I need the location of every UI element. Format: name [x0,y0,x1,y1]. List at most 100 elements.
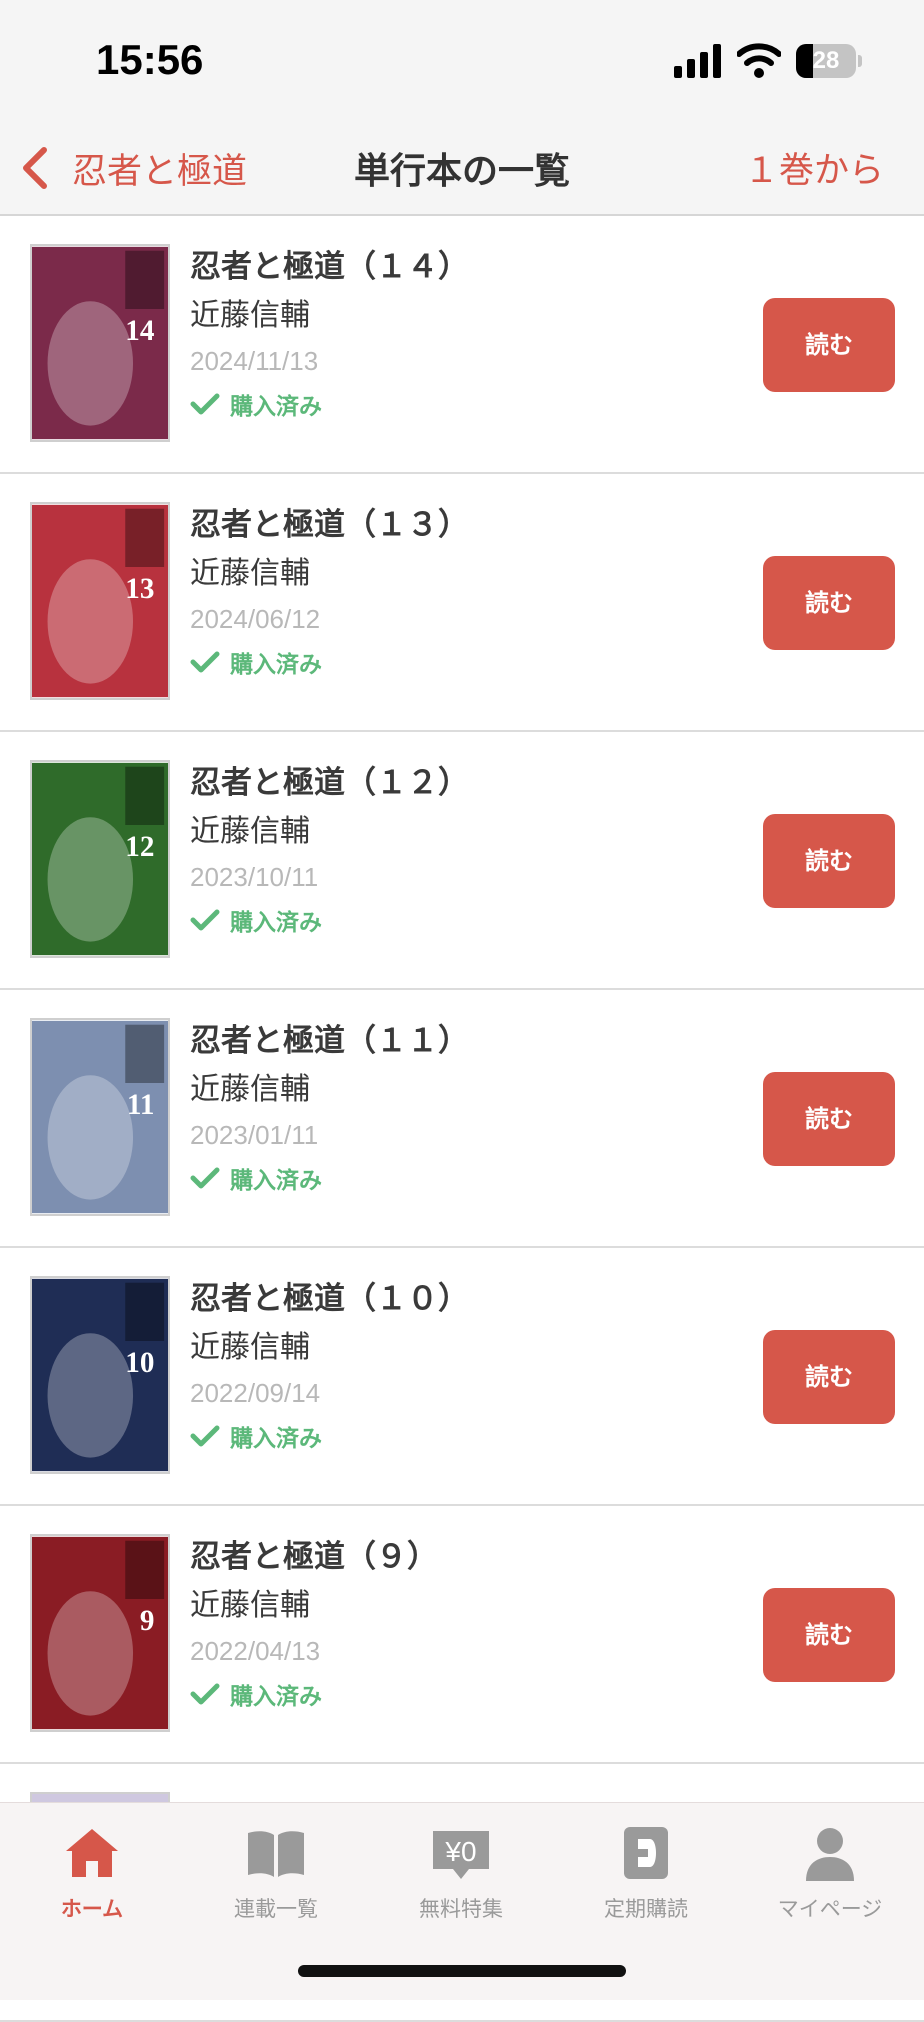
checkmark-icon [190,1425,220,1447]
status-bar: 15:56 28 [0,0,924,120]
cover-artwork: 11 [32,1020,168,1214]
volume-info: 忍者と極道（１０） 近藤信輔 2022/09/14 購入済み [190,1276,469,1458]
read-button[interactable]: 読む [763,1588,895,1682]
sort-order-button[interactable]: １巻から [744,142,884,193]
volume-title: 忍者と極道（１３） [190,507,469,543]
volume-title: 忍者と極道（１２） [190,765,469,801]
volume-author: 近藤信輔 [190,1330,310,1365]
tab-series-list[interactable]: 連載一覧 [184,1821,368,1931]
person-icon [806,1828,854,1881]
tab-series-list-label: 連載一覧 [234,1897,318,1921]
purchased-badge: 購入済み [190,1156,469,1200]
volume-row[interactable]: 14 忍者と極道（１４） 近藤信輔 2024/11/13 購入済み 読む [0,216,924,474]
volume-title: 忍者と極道（１０） [190,1281,469,1317]
tab-home[interactable]: ホーム [0,1821,184,1931]
purchased-badge: 購入済み [190,1414,469,1458]
volume-author: 近藤信輔 [190,1588,310,1623]
volume-release-date: 2024/06/12 [190,604,321,634]
read-button[interactable]: 読む [763,298,895,392]
page-title: 単行本の一覧 [353,151,570,192]
volume-author: 近藤信輔 [190,814,310,849]
purchased-label: 購入済み [230,1684,322,1710]
checkmark-icon [190,1683,220,1705]
purchased-badge: 購入済み [190,640,469,684]
checkmark-icon [190,1167,220,1189]
volume-row[interactable]: 11 忍者と極道（１１） 近藤信輔 2023/01/11 購入済み 読む [0,990,924,1248]
status-time: 15:56 [96,36,204,83]
battery-percentage: 28 [812,47,840,74]
volume-list: 14 忍者と極道（１４） 近藤信輔 2024/11/13 購入済み 読む 13 … [0,216,924,2022]
read-button[interactable]: 読む [763,814,895,908]
cover-artwork: 12 [32,762,168,956]
cover-artwork: 14 [32,246,168,440]
volume-author: 近藤信輔 [190,556,310,591]
volume-row[interactable]: 9 忍者と極道（９） 近藤信輔 2022/04/13 購入済み 読む [0,1506,924,1764]
home-icon [66,1829,118,1877]
battery-icon: 28 [796,44,862,78]
purchased-label: 購入済み [230,1168,322,1194]
volume-author: 近藤信輔 [190,298,310,333]
volume-info: 忍者と極道（１４） 近藤信輔 2024/11/13 購入済み [190,244,469,426]
cover-volume-number: 11 [127,1089,155,1121]
volume-title: 忍者と極道（９） [190,1539,438,1575]
purchased-label: 購入済み [230,652,322,678]
tab-free-feature[interactable]: ¥0 無料特集 [369,1821,553,1931]
tab-my-page[interactable]: マイページ [738,1821,922,1931]
checkmark-icon [190,393,220,415]
volume-cover[interactable]: 10 [30,1276,170,1474]
back-button-label: 忍者と極道 [72,151,248,192]
navigation-bar: 忍者と極道 単行本の一覧 １巻から [0,120,924,216]
tab-subscription-label: 定期購読 [604,1897,688,1921]
read-button[interactable]: 読む [763,1330,895,1424]
cover-volume-number: 13 [125,573,154,605]
purchased-label: 購入済み [230,1426,322,1452]
volume-title: 忍者と極道（１１） [190,1023,469,1059]
purchased-badge: 購入済み [190,1672,438,1716]
tab-home-label: ホーム [60,1897,124,1921]
tab-subscription[interactable]: 定期購読 [554,1821,738,1931]
back-button[interactable]: 忍者と極道 [18,138,247,198]
cover-volume-number: 9 [140,1605,155,1637]
checkmark-icon [190,651,220,673]
read-button[interactable]: 読む [763,556,895,650]
volume-release-date: 2022/04/13 [190,1636,321,1666]
home-indicator [298,1965,626,1977]
chevron-left-icon [23,147,47,189]
cellular-signal-icon [674,44,721,78]
volume-row[interactable]: 10 忍者と極道（１０） 近藤信輔 2022/09/14 購入済み 読む [0,1248,924,1506]
free-yen-tag-icon: ¥0 [433,1831,489,1879]
volume-cover[interactable]: 13 [30,502,170,700]
volume-author: 近藤信輔 [190,1072,310,1107]
wifi-icon [737,43,781,78]
open-book-icon [248,1831,304,1877]
cover-artwork: 13 [32,504,168,698]
purchased-label: 購入済み [230,394,322,420]
volume-title: 忍者と極道（１４） [190,249,469,285]
volume-row[interactable]: 13 忍者と極道（１３） 近藤信輔 2024/06/12 購入済み 読む [0,474,924,732]
cover-volume-number: 14 [125,315,155,347]
tab-my-page-label: マイページ [777,1897,883,1921]
volume-cover[interactable]: 14 [30,244,170,442]
volume-cover[interactable]: 12 [30,760,170,958]
volume-cover[interactable]: 11 [30,1018,170,1216]
tab-free-feature-label: 無料特集 [419,1897,503,1921]
volume-info: 忍者と極道（９） 近藤信輔 2022/04/13 購入済み [190,1534,438,1716]
cover-artwork: 10 [32,1278,168,1472]
volume-info: 忍者と極道（１２） 近藤信輔 2023/10/11 購入済み [190,760,469,942]
volume-info: 忍者と極道（１１） 近藤信輔 2023/01/11 購入済み [190,1018,469,1200]
read-button[interactable]: 読む [763,1072,895,1166]
cover-volume-number: 10 [125,1347,154,1379]
subscription-icon [624,1827,668,1879]
volume-release-date: 2022/09/14 [190,1378,321,1408]
volume-release-date: 2024/11/13 [190,346,319,376]
purchased-badge: 購入済み [190,382,469,426]
volume-row[interactable]: 12 忍者と極道（１２） 近藤信輔 2023/10/11 購入済み 読む [0,732,924,990]
checkmark-icon [190,909,220,931]
cover-volume-number: 12 [125,831,154,863]
volume-cover[interactable]: 9 [30,1534,170,1732]
volume-release-date: 2023/01/11 [190,1120,319,1150]
svg-text:¥0: ¥0 [444,1836,476,1867]
volume-info: 忍者と極道（１３） 近藤信輔 2024/06/12 購入済み [190,502,469,684]
purchased-label: 購入済み [230,910,322,936]
cover-artwork: 9 [32,1536,168,1730]
